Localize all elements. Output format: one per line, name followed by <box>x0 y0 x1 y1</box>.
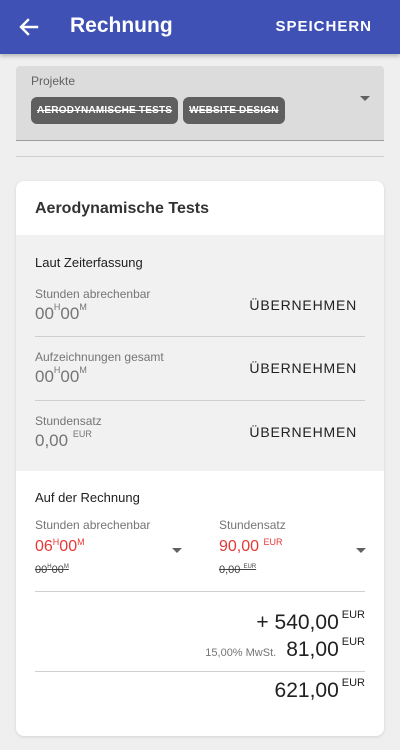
net-amount: + 540,00 EUR <box>256 609 365 635</box>
total-records-value: 00H00M <box>35 365 87 386</box>
invoice-hours-previous: 00H00M <box>35 564 69 576</box>
time-tracking-title: Laut Zeiterfassung <box>35 255 143 270</box>
row-divider <box>35 336 365 337</box>
save-button[interactable]: SPEICHERN <box>275 18 372 35</box>
total-records-label: Aufzeichnungen gesamt <box>35 350 164 364</box>
dropdown-arrow-icon[interactable] <box>360 96 370 101</box>
row-divider <box>35 591 365 592</box>
net-currency: EUR <box>341 609 365 621</box>
projects-select[interactable]: Projekte AERODYNAMISCHE TESTS WEBSITE DE… <box>16 66 384 141</box>
vat-amount-value: 81,00 <box>286 638 339 661</box>
apply-billable-hours-button[interactable]: ÜBERNEHMEN <box>249 297 357 313</box>
invoice-section-title: Auf der Rechnung <box>35 490 140 505</box>
invoice-hours-label: Stunden abrechenbar <box>35 518 151 532</box>
project-chip-aerodynamic-tests[interactable]: AERODYNAMISCHE TESTS <box>31 97 179 124</box>
invoice-hours-field[interactable]: Stunden abrechenbar 06H00M 00H00M <box>35 518 150 576</box>
divider <box>16 156 384 157</box>
billable-hours-label: Stunden abrechenbar <box>35 287 151 301</box>
invoice-rate-previous: 0,00 EUR <box>219 564 257 576</box>
apply-hourly-rate-button[interactable]: ÜBERNEHMEN <box>249 424 357 440</box>
net-amount-value: + 540,00 <box>256 611 339 634</box>
page-title: Rechnung <box>70 14 173 37</box>
vat-label: 15,00% MwSt. <box>205 647 277 659</box>
billable-hours-value: 00H00M <box>35 302 87 323</box>
back-button[interactable] <box>14 12 44 42</box>
project-invoice-card: Aerodynamische Tests Laut Zeiterfassung … <box>16 181 384 736</box>
project-chip-website-design[interactable]: WEBSITE DESIGN <box>183 97 285 124</box>
projects-label: Projekte <box>31 74 76 88</box>
total-amount-value: 621,00 <box>274 679 339 702</box>
time-tracking-section: Laut Zeiterfassung Stunden abrechenbar 0… <box>16 235 384 471</box>
row-divider <box>35 400 365 401</box>
apply-total-records-button[interactable]: ÜBERNEHMEN <box>249 360 357 376</box>
invoice-rate-value: 90,00 EUR <box>219 537 283 555</box>
card-title: Aerodynamische Tests <box>35 200 209 217</box>
total-currency: EUR <box>341 677 365 689</box>
invoice-rate-field[interactable]: Stundensatz 90,00 EUR 0,00 EUR <box>219 518 286 576</box>
invoice-hours-value: 06H00M <box>35 537 85 555</box>
vat-amount: 15,00% MwSt. 81,00 EUR <box>205 636 365 662</box>
hourly-rate-value: 0,00 EUR <box>35 429 92 450</box>
invoice-rate-label: Stundensatz <box>219 518 286 532</box>
hourly-rate-label: Stundensatz <box>35 414 102 428</box>
vat-currency: EUR <box>341 636 365 648</box>
row-divider <box>35 671 365 672</box>
project-chips: AERODYNAMISCHE TESTS WEBSITE DESIGN <box>31 97 285 124</box>
arrow-back-icon <box>19 18 39 36</box>
rate-dropdown-icon[interactable] <box>356 548 366 553</box>
hours-dropdown-icon[interactable] <box>172 548 182 553</box>
total-amount: 621,00 EUR <box>274 677 365 703</box>
app-bar: Rechnung SPEICHERN <box>0 0 400 54</box>
